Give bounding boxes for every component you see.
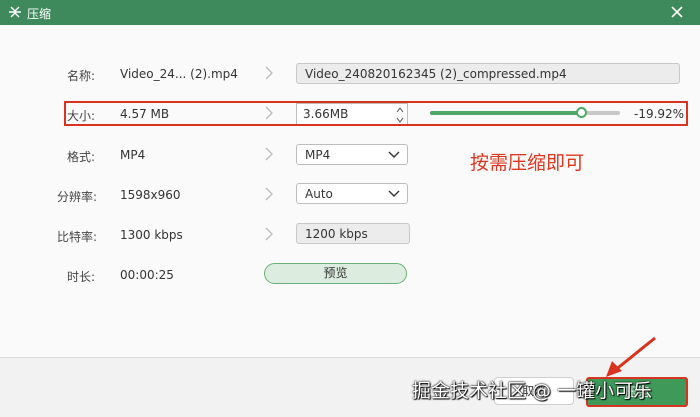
bitrate-label: 比特率: [57,230,98,244]
resolution-select[interactable]: Auto [296,183,408,204]
chevron-down-icon [388,151,400,158]
resolution-selected: Auto [305,187,333,201]
chevron-down-icon [388,190,400,197]
preview-button[interactable]: 预览 [264,263,407,284]
chevron-right-icon [265,227,273,241]
chevron-right-icon [265,66,273,80]
output-name-value: Video_240820162345 (2)_compressed.mp4 [305,67,567,81]
bitrate-field[interactable]: 1200 kbps [296,223,410,244]
chevron-right-icon [265,187,273,201]
duration-value: 00:00:25 [120,268,174,282]
annotation-arrow-icon [606,336,656,377]
original-resolution: 1598x960 [120,188,181,202]
original-name: Video_24... (2).mp4 [120,67,238,81]
close-icon[interactable] [668,3,686,21]
target-bitrate: 1200 kbps [305,227,368,241]
original-bitrate: 1300 kbps [120,228,183,242]
format-selected: MP4 [305,148,331,162]
compress-icon [9,6,21,18]
format-select[interactable]: MP4 [296,144,408,165]
highlight-frame [64,101,688,126]
chevron-right-icon [265,147,273,161]
window-title: 压缩 [27,7,52,21]
duration-label: 时长: [67,270,96,284]
format-label: 格式: [67,150,96,164]
output-name-field[interactable]: Video_240820162345 (2)_compressed.mp4 [296,63,680,84]
resolution-label: 分辨率: [57,190,98,204]
name-label: 名称: [67,69,96,83]
watermark: 掘金技术社区 @ 一罐小可乐 [412,380,653,402]
title-bar: 压缩 [0,0,700,25]
original-format: MP4 [120,148,146,162]
annotation-text: 按需压缩即可 [470,152,585,174]
